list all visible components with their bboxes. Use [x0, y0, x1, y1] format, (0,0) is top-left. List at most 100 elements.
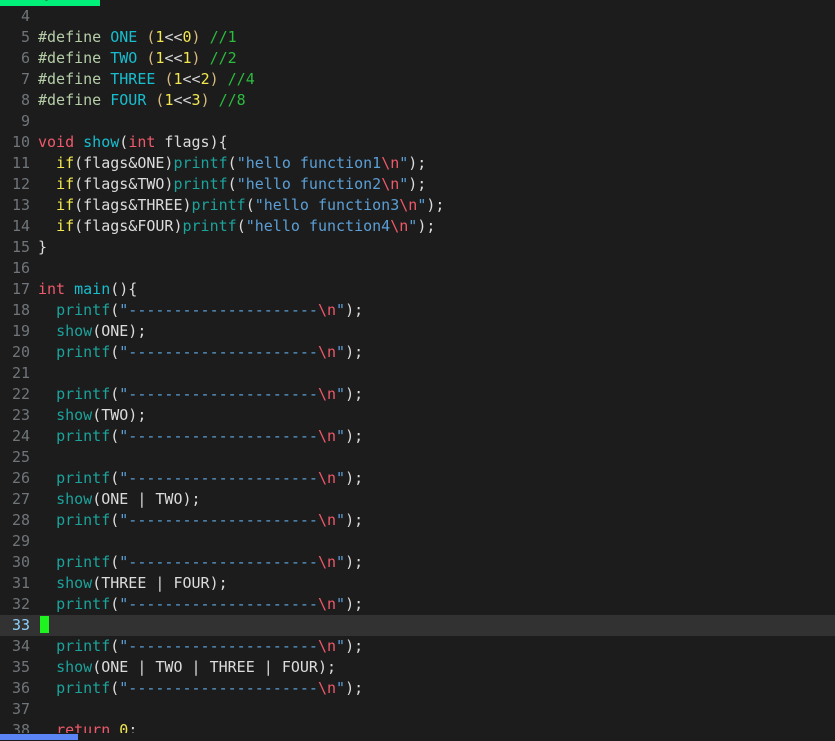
line-number: 35 — [11, 658, 30, 676]
code-line[interactable]: 38 return 0; — [0, 720, 835, 733]
code-token: << — [182, 70, 201, 88]
code-line-content: #define ONE (1<<0) //1 — [30, 27, 237, 48]
code-token: (){ — [110, 280, 138, 298]
code-line[interactable]: 16 — [0, 258, 835, 279]
code-token: void — [38, 133, 75, 151]
code-token: "--------------------- — [119, 343, 318, 361]
horizontal-scrollbar-thumb[interactable] — [0, 734, 78, 740]
code-line[interactable]: 14 if(flags&FOUR)printf("hello function4… — [0, 216, 835, 237]
code-line[interactable]: 12 if(flags&TWO)printf("hello function2\… — [0, 174, 835, 195]
code-token: int — [128, 133, 156, 151]
code-line[interactable]: 6 #define TWO (1<<1) //2 — [0, 48, 835, 69]
code-line-content: printf("---------------------\n"); — [30, 678, 363, 699]
code-token: " — [399, 175, 409, 193]
code-line-content: printf("---------------------\n"); — [30, 384, 363, 405]
code-line[interactable]: 20 printf("---------------------\n"); — [0, 342, 835, 363]
code-line[interactable]: 18 printf("---------------------\n"); — [0, 300, 835, 321]
code-token: \n — [381, 175, 400, 193]
code-line[interactable]: 17 int main(){ — [0, 279, 835, 300]
code-token: 0 — [119, 721, 129, 733]
code-line[interactable]: 21 — [0, 363, 835, 384]
code-line[interactable]: 11 if(flags&ONE)printf("hello function1\… — [0, 153, 835, 174]
code-line-content: printf("---------------------\n"); — [30, 594, 363, 615]
code-line-content: if(flags&THREE)printf("hello function3\n… — [30, 195, 444, 216]
line-number: 32 — [11, 595, 30, 613]
code-line[interactable]: 35 show(ONE | TWO | THREE | FOUR); — [0, 657, 835, 678]
code-line[interactable]: 27 show(ONE | TWO); — [0, 489, 835, 510]
code-line[interactable]: 5 #define ONE (1<<0) //1 — [0, 27, 835, 48]
code-line-active[interactable]: 33 — [0, 615, 835, 636]
code-line[interactable]: 9 — [0, 111, 835, 132]
code-token: return — [56, 721, 111, 733]
code-line[interactable]: 26 printf("---------------------\n"); — [0, 468, 835, 489]
code-line[interactable]: 36 printf("---------------------\n"); — [0, 678, 835, 699]
horizontal-scrollbar-track[interactable] — [0, 733, 835, 741]
line-number: 10 — [11, 133, 30, 151]
code-line[interactable]: 15} — [0, 237, 835, 258]
code-token: "hello function2 — [236, 175, 382, 193]
line-number: 15 — [11, 238, 30, 256]
code-line[interactable]: 34 printf("---------------------\n"); — [0, 636, 835, 657]
code-token: ); — [417, 217, 436, 235]
code-line[interactable]: 19 show(ONE); — [0, 321, 835, 342]
code-token: ( — [110, 385, 120, 403]
code-token: \n — [317, 469, 337, 487]
line-number: 38 — [11, 721, 30, 733]
code-line[interactable]: 37 — [0, 699, 835, 720]
code-line[interactable]: 30 printf("---------------------\n"); — [0, 552, 835, 573]
code-line[interactable]: 10 void show(int flags){ — [0, 132, 835, 153]
code-line[interactable]: 25 — [0, 447, 835, 468]
code-line[interactable]: 29 — [0, 531, 835, 552]
code-token: ( — [227, 175, 237, 193]
code-line-content: show(ONE | TWO | THREE | FOUR); — [30, 657, 336, 678]
code-token: 1 — [182, 49, 192, 67]
code-token: " — [336, 343, 346, 361]
code-token: " — [336, 427, 346, 445]
line-number: 14 — [11, 217, 30, 235]
code-token: (ONE); — [92, 322, 147, 340]
code-line[interactable]: 28 printf("---------------------\n"); — [0, 510, 835, 531]
code-token: ( — [110, 343, 120, 361]
line-number: 16 — [11, 259, 30, 277]
code-line[interactable]: 4 — [0, 6, 835, 27]
code-token: (ONE | TWO); — [92, 490, 201, 508]
code-token: ); — [345, 469, 364, 487]
code-token: 1 — [173, 70, 183, 88]
code-line[interactable]: 24 printf("---------------------\n"); — [0, 426, 835, 447]
code-line[interactable]: 23 show(TWO); — [0, 405, 835, 426]
code-line[interactable]: 8 #define FOUR (1<<3) //8 — [0, 90, 835, 111]
code-token: #define — [38, 49, 111, 67]
code-token: \n — [317, 511, 337, 529]
code-line[interactable]: 32 printf("---------------------\n"); — [0, 594, 835, 615]
code-line[interactable]: 13 if(flags&THREE)printf("hello function… — [0, 195, 835, 216]
code-token: (flags&TWO) — [74, 175, 174, 193]
code-editor-viewport[interactable]: 4 5 #define ONE (1<<0) //1 6 #define TWO (1<… — [0, 6, 835, 733]
code-token: \n — [317, 343, 337, 361]
code-line-content: } — [30, 237, 47, 258]
code-line-content: #define FOUR (1<<3) //8 — [30, 90, 246, 111]
line-number: 9 — [20, 112, 30, 130]
code-token: \n — [317, 679, 337, 697]
code-line[interactable]: 22 printf("---------------------\n"); — [0, 384, 835, 405]
line-number: 36 — [11, 679, 30, 697]
code-token: ( — [110, 469, 120, 487]
code-token: \n — [317, 301, 337, 319]
code-token: printf — [191, 196, 246, 214]
code-line[interactable]: 7 #define THREE (1<<2) //4 — [0, 69, 835, 90]
code-token: #define — [38, 70, 111, 88]
code-token: ( — [236, 217, 246, 235]
code-token: "--------------------- — [119, 511, 318, 529]
code-line[interactable]: 31 show(THREE | FOUR); — [0, 573, 835, 594]
line-number: 28 — [11, 511, 30, 529]
code-token: if — [56, 196, 75, 214]
code-token: if — [56, 217, 75, 235]
line-number: 6 — [20, 49, 30, 67]
line-number: 30 — [11, 553, 30, 571]
